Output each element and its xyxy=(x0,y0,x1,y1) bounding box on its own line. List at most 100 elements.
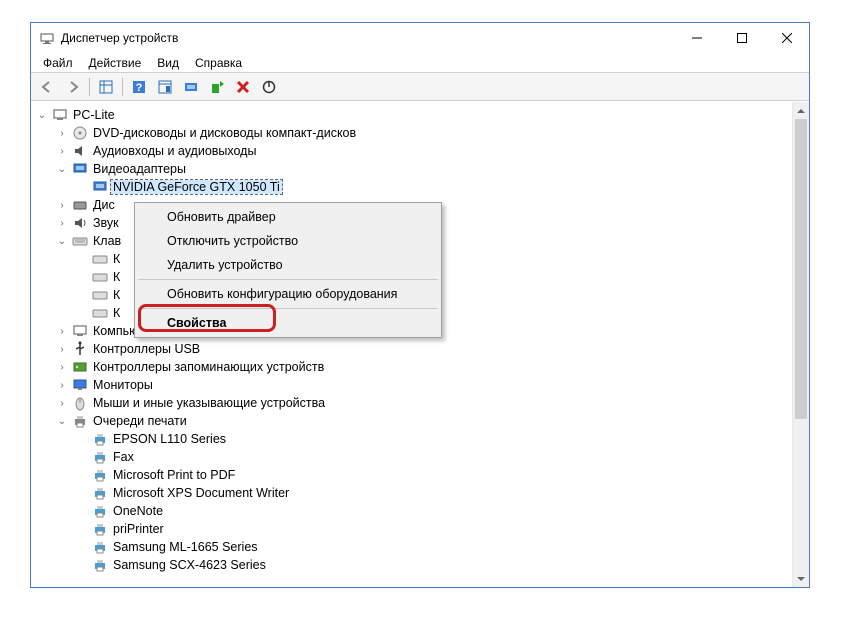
expander-icon[interactable]: ⌄ xyxy=(55,234,69,248)
minimize-button[interactable] xyxy=(674,23,719,53)
expander-icon[interactable]: › xyxy=(55,342,69,356)
tree-item[interactable]: › Контроллеры USB xyxy=(33,340,790,358)
keyboard-icon xyxy=(92,305,108,321)
tree-item-label[interactable]: Аудиовходы и аудиовыходы xyxy=(91,144,258,158)
storage-icon xyxy=(72,359,88,375)
titlebar[interactable]: Диспетчер устройств xyxy=(31,23,809,53)
expander-icon[interactable]: ⌄ xyxy=(35,108,49,122)
audio-icon xyxy=(72,143,88,159)
usb-icon xyxy=(72,341,88,357)
tree-item-label[interactable]: Дис xyxy=(91,198,117,212)
tree-item-label[interactable]: К xyxy=(111,288,122,302)
scan-hardware-button[interactable] xyxy=(179,75,203,99)
keyboard-icon xyxy=(92,287,108,303)
context-menu-separator xyxy=(138,308,438,309)
tree-item-label[interactable]: Samsung SCX-4623 Series xyxy=(111,558,268,572)
menu-action[interactable]: Действие xyxy=(81,54,150,72)
tree-root[interactable]: ⌄ PC-Lite xyxy=(33,106,790,124)
tree-item[interactable]: ⌄ Очереди печати xyxy=(33,412,790,430)
menu-file[interactable]: Файл xyxy=(35,54,81,72)
expander-icon[interactable]: ⌄ xyxy=(55,162,69,176)
tree-item-label[interactable]: Контроллеры запоминающих устройств xyxy=(91,360,326,374)
tree-item-label[interactable]: Fax xyxy=(111,450,136,464)
tree-item[interactable]: Fax xyxy=(33,448,790,466)
printer-icon xyxy=(92,503,108,519)
window-controls xyxy=(674,23,809,53)
expander-icon[interactable]: › xyxy=(55,126,69,140)
tree-item-label[interactable]: Мыши и иные указывающие устройства xyxy=(91,396,327,410)
expander-icon[interactable]: › xyxy=(55,360,69,374)
tree-item[interactable]: › Мыши и иные указывающие устройства xyxy=(33,394,790,412)
scroll-thumb[interactable] xyxy=(795,119,807,419)
close-button[interactable] xyxy=(764,23,809,53)
context-menu-delete-device[interactable]: Удалить устройство xyxy=(137,253,439,277)
tree-item[interactable]: › Мониторы xyxy=(33,376,790,394)
tree-item-label[interactable]: OneNote xyxy=(111,504,165,518)
printer-icon xyxy=(92,539,108,555)
tree-item-label[interactable]: К xyxy=(111,270,122,284)
context-menu-disable-device[interactable]: Отключить устройство xyxy=(137,229,439,253)
back-button[interactable] xyxy=(35,75,59,99)
mouse-icon xyxy=(72,395,88,411)
tree-item-label[interactable]: Мониторы xyxy=(91,378,155,392)
tree-item-label[interactable]: EPSON L110 Series xyxy=(111,432,228,446)
scroll-up-button[interactable] xyxy=(793,102,809,119)
help-button[interactable]: ? xyxy=(127,75,151,99)
tree-item-label[interactable]: К xyxy=(111,252,122,266)
tree-item[interactable]: › Аудиовходы и аудиовыходы xyxy=(33,142,790,160)
disable-button[interactable] xyxy=(257,75,281,99)
printer-icon xyxy=(92,431,108,447)
tree-item-label[interactable]: Очереди печати xyxy=(91,414,189,428)
tree-item[interactable]: Samsung SCX-4623 Series xyxy=(33,556,790,574)
expander-icon[interactable]: › xyxy=(55,198,69,212)
tree-item-label[interactable]: priPrinter xyxy=(111,522,166,536)
expander-icon[interactable]: › xyxy=(55,378,69,392)
expander-icon[interactable]: › xyxy=(55,396,69,410)
show-hide-tree-button[interactable] xyxy=(94,75,118,99)
tree-item-label[interactable]: Microsoft XPS Document Writer xyxy=(111,486,291,500)
tree-item[interactable]: OneNote xyxy=(33,502,790,520)
tree-item-label[interactable]: Microsoft Print to PDF xyxy=(111,468,237,482)
sound-icon xyxy=(72,215,88,231)
tree-item-label[interactable]: Видеоадаптеры xyxy=(91,162,188,176)
tree-item-label[interactable]: К xyxy=(111,306,122,320)
menubar: Файл Действие Вид Справка xyxy=(31,53,809,73)
uninstall-button[interactable] xyxy=(231,75,255,99)
tree-item[interactable]: Microsoft XPS Document Writer xyxy=(33,484,790,502)
context-menu-properties[interactable]: Свойства xyxy=(137,311,439,335)
context-menu-separator xyxy=(138,279,438,280)
vertical-scrollbar[interactable] xyxy=(792,102,809,587)
window-title: Диспетчер устройств xyxy=(61,31,674,45)
tree-item[interactable]: Samsung ML-1665 Series xyxy=(33,538,790,556)
printer-icon xyxy=(92,467,108,483)
scroll-down-button[interactable] xyxy=(793,570,809,587)
context-menu-refresh-config[interactable]: Обновить конфигурацию оборудования xyxy=(137,282,439,306)
tree-item-label[interactable]: DVD-дисководы и дисководы компакт-дисков xyxy=(91,126,358,140)
tree-item[interactable]: NVIDIA GeForce GTX 1050 Ti xyxy=(33,178,790,196)
forward-button[interactable] xyxy=(61,75,85,99)
properties-button[interactable] xyxy=(153,75,177,99)
expander-icon[interactable]: › xyxy=(55,324,69,338)
tree-item-label[interactable]: NVIDIA GeForce GTX 1050 Ti xyxy=(111,180,282,194)
tree-item-label[interactable]: Контроллеры USB xyxy=(91,342,202,356)
expander-icon[interactable]: › xyxy=(55,144,69,158)
device-tree[interactable]: ⌄ PC-Lite › DVD-дисководы и дисководы ком… xyxy=(31,102,792,587)
maximize-button[interactable] xyxy=(719,23,764,53)
tree-item[interactable]: Microsoft Print to PDF xyxy=(33,466,790,484)
tree-item[interactable]: EPSON L110 Series xyxy=(33,430,790,448)
tree-item[interactable]: › DVD-дисководы и дисководы компакт-диско… xyxy=(33,124,790,142)
menu-help[interactable]: Справка xyxy=(187,54,250,72)
update-driver-button[interactable] xyxy=(205,75,229,99)
menu-view[interactable]: Вид xyxy=(149,54,187,72)
context-menu-update-driver[interactable]: Обновить драйвер xyxy=(137,205,439,229)
tree-item[interactable]: › Контроллеры запоминающих устройств xyxy=(33,358,790,376)
tree-root-label[interactable]: PC-Lite xyxy=(71,108,117,122)
tree-item-label[interactable]: Клав xyxy=(91,234,123,248)
tree-item-label[interactable]: Звук xyxy=(91,216,121,230)
expander-icon[interactable]: › xyxy=(55,216,69,230)
expander-icon[interactable]: ⌄ xyxy=(55,414,69,428)
tree-item[interactable]: ⌄ Видеоадаптеры xyxy=(33,160,790,178)
tree-item[interactable]: priPrinter xyxy=(33,520,790,538)
display-adapter-icon xyxy=(72,161,88,177)
tree-item-label[interactable]: Samsung ML-1665 Series xyxy=(111,540,260,554)
